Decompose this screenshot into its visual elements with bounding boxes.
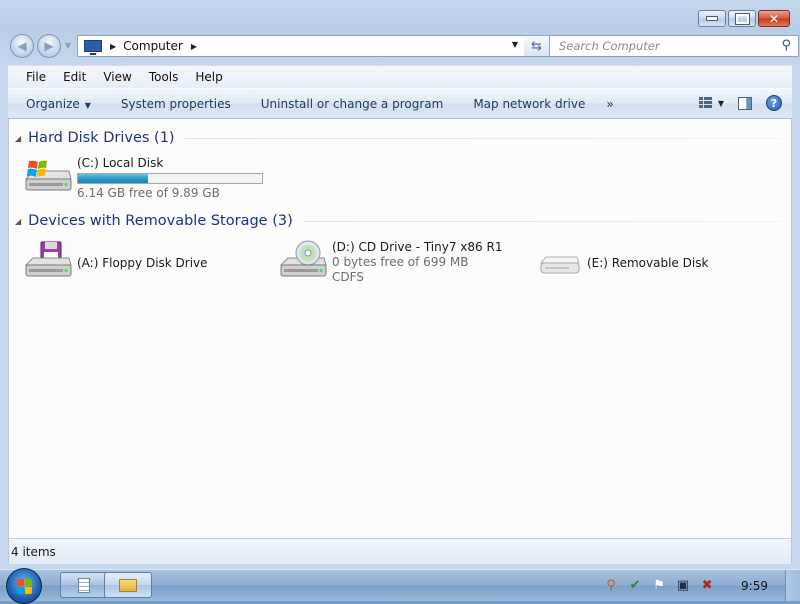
drive-d-text: (D:) CD Drive - Tiny7 x86 R1 0 bytes fre… [332, 239, 502, 285]
action-center-flag-icon[interactable]: ⚑ [651, 578, 667, 594]
explorer-window: ✕ ◀ ▶ ▼ ▶ Computer ▶ ▼ ⇆ ⚲ File Edit Vie… [0, 0, 800, 569]
recent-pages-dropdown-icon[interactable]: ▼ [65, 41, 71, 50]
system-tray: ⚲ ✔ ⚑ ▣ ✖ 9:59 [599, 570, 800, 601]
collapse-group-icon[interactable]: ◢ [15, 134, 21, 143]
drive-c-item[interactable]: (C:) Local Disk 6.14 GB free of 9.89 GB [23, 155, 303, 205]
start-button[interactable] [6, 568, 42, 604]
back-button[interactable]: ◀ [10, 34, 34, 58]
menu-bar: File Edit View Tools Help [8, 65, 792, 88]
taskbar: ⚲ ✔ ⚑ ▣ ✖ 9:59 [0, 568, 800, 604]
organize-button[interactable]: Organize ▼ [8, 97, 106, 111]
close-icon: ✕ [768, 11, 780, 26]
taskbar-documents-button[interactable] [60, 572, 108, 598]
cd-drive-icon [279, 240, 327, 277]
maximize-button[interactable] [728, 10, 756, 27]
floppy-drive-icon [24, 241, 72, 277]
breadcrumb-chevron-icon[interactable]: ▶ [191, 42, 197, 51]
drive-d-item[interactable]: (D:) CD Drive - Tiny7 x86 R1 0 bytes fre… [278, 239, 518, 289]
minimize-button[interactable] [698, 10, 726, 27]
address-dropdown-icon[interactable]: ▼ [512, 40, 518, 49]
drive-d-free-space: 0 bytes free of 699 MB [332, 255, 469, 269]
change-view-button[interactable]: ▼ [698, 96, 724, 110]
computer-icon [84, 40, 102, 55]
menu-tools[interactable]: Tools [140, 70, 187, 84]
drive-d-name: (D:) CD Drive - Tiny7 x86 R1 [332, 240, 503, 254]
content-pane: ◢ Hard Disk Drives (1) (C:) Local Disk 6… [8, 119, 792, 538]
forward-arrow-icon: ▶ [44, 39, 54, 53]
back-arrow-icon: ◀ [17, 39, 27, 53]
breadcrumb-chevron-icon[interactable]: ▶ [110, 42, 116, 51]
maximize-icon [734, 12, 750, 25]
network-icon[interactable]: ▣ [675, 578, 691, 594]
status-bar: 4 items [8, 538, 792, 564]
clock[interactable]: 9:59 [741, 579, 768, 593]
drive-d-filesystem: CDFS [332, 270, 364, 284]
refresh-icon: ⇆ [531, 38, 542, 54]
preview-pane-icon[interactable] [738, 96, 752, 110]
menu-view[interactable]: View [94, 70, 139, 84]
refresh-button[interactable]: ⇆ [524, 35, 550, 57]
view-dropdown-icon[interactable]: ▼ [718, 99, 724, 108]
minimize-icon [706, 16, 718, 21]
drive-a-name: (A:) Floppy Disk Drive [77, 256, 208, 270]
drive-a-text: (A:) Floppy Disk Drive [77, 255, 208, 271]
item-count: 4 items [11, 544, 56, 559]
folder-icon [119, 578, 137, 592]
drive-c-name: (C:) Local Disk [77, 156, 164, 170]
view-controls: ▼ ? [698, 95, 782, 111]
taskbar-explorer-button[interactable] [104, 572, 152, 598]
more-commands-button[interactable]: » [600, 97, 619, 111]
collapse-group-icon[interactable]: ◢ [15, 217, 21, 226]
drive-c-capacity-fill [78, 174, 148, 183]
caption-buttons: ✕ [698, 10, 790, 27]
group-header-removable[interactable]: ◢ Devices with Removable Storage (3) [15, 211, 781, 231]
forward-button[interactable]: ▶ [37, 34, 61, 58]
search-tray-icon[interactable]: ⚲ [603, 578, 619, 594]
menu-file[interactable]: File [8, 70, 54, 84]
windows-logo-icon [16, 578, 24, 586]
drive-e-text: (E:) Removable Disk [587, 255, 708, 271]
search-box[interactable]: ⚲ [549, 35, 799, 57]
organize-label: Organize [26, 96, 80, 111]
system-properties-button[interactable]: System properties [106, 97, 246, 111]
drive-e-item[interactable]: (E:) Removable Disk [533, 239, 773, 289]
windows-drive-icon [24, 160, 72, 191]
uninstall-program-button[interactable]: Uninstall or change a program [246, 97, 459, 111]
show-desktop-button[interactable] [785, 570, 800, 601]
group-header-hard-disks[interactable]: ◢ Hard Disk Drives (1) [15, 128, 781, 148]
help-icon[interactable]: ? [766, 95, 782, 111]
drive-c-free-space: 6.14 GB free of 9.89 GB [77, 186, 220, 200]
details-view-icon [698, 96, 712, 110]
group-title-hard-disks: Hard Disk Drives (1) [28, 130, 175, 146]
breadcrumb-computer[interactable]: Computer [123, 39, 183, 53]
navigation-row: ◀ ▶ ▼ ▶ Computer ▶ ▼ ⇆ ⚲ [8, 33, 799, 59]
map-network-drive-button[interactable]: Map network drive [458, 97, 600, 111]
organize-dropdown-icon: ▼ [84, 100, 91, 110]
document-icon [78, 577, 90, 593]
group-divider [184, 137, 781, 139]
drive-e-name: (E:) Removable Disk [587, 256, 709, 270]
address-bar[interactable]: ▶ Computer ▶ ▼ [77, 35, 525, 57]
group-divider [302, 220, 781, 222]
drive-c-text: (C:) Local Disk 6.14 GB free of 9.89 GB [77, 155, 263, 201]
search-input[interactable] [557, 38, 761, 54]
menu-help[interactable]: Help [186, 70, 230, 84]
menu-edit[interactable]: Edit [54, 70, 94, 84]
drive-a-item[interactable]: (A:) Floppy Disk Drive [23, 239, 263, 289]
command-bar: Organize ▼ System properties Uninstall or… [8, 88, 792, 119]
close-button[interactable]: ✕ [758, 10, 790, 27]
volume-muted-icon[interactable]: ✖ [699, 578, 715, 594]
drive-c-capacity-bar [77, 173, 263, 184]
group-title-removable: Devices with Removable Storage (3) [28, 213, 293, 229]
search-icon[interactable]: ⚲ [781, 38, 791, 53]
removable-disk-icon [539, 256, 580, 274]
security-shield-icon[interactable]: ✔ [627, 578, 643, 594]
